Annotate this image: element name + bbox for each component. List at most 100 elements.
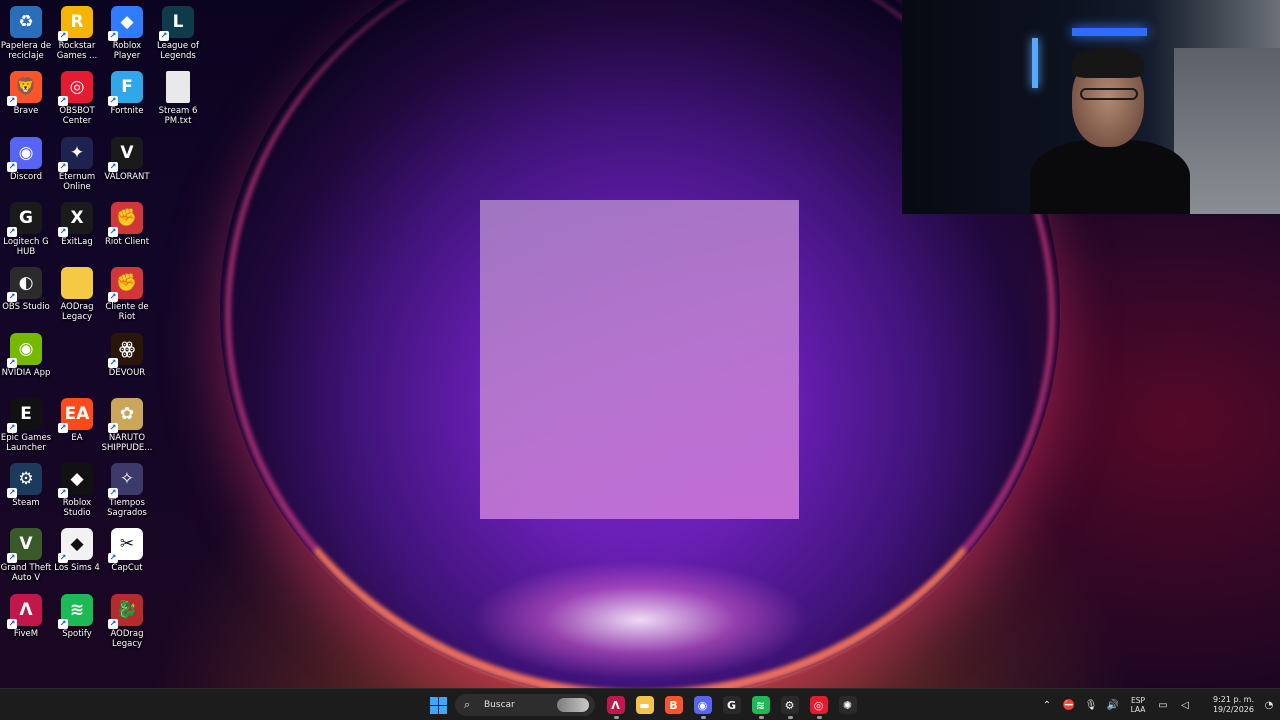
desktop-shortcut[interactable]: ◆ ↗ Roblox Player [101,6,153,61]
desktop-shortcut[interactable]: AODrag Legacy [51,267,103,322]
logitech-ghub-taskbar-button[interactable]: G [717,689,746,720]
desktop-shortcut-label: Steam [12,498,40,509]
desktop-shortcut-label: Logitech G HUB [3,236,49,257]
obsbot-icon: ◎ ↗ [58,71,93,107]
windows-logo-icon [430,696,447,714]
desktop-shortcut-label: Brave [13,106,39,117]
taskbar-search[interactable]: ⌕ Buscar [455,694,595,716]
webcam-background-shelf [1072,28,1147,36]
desktop-shortcut[interactable]: ✊ ↗ Cliente de Riot [101,267,153,322]
desktop-shortcut[interactable]: G ↗ Logitech G HUB [0,201,52,257]
desktop-shortcut-label: Discord [10,171,42,182]
desktop-shortcut[interactable]: ◉ ↗ Discord [0,136,52,182]
fivem-icon: Λ ↗ [7,593,42,629]
clock-time: 9:21 p. m. [1212,695,1254,704]
desktop-shortcut[interactable]: ✿ ↗ NARUTO SHIPPUDE... [101,397,153,453]
show-hidden-icons-chevron-icon[interactable]: ⌃ [1036,689,1058,720]
desktop-shortcut[interactable]: ✦ ↗ Eternum Online [51,136,103,192]
shortcut-arrow-icon: ↗ [58,96,68,107]
desktop-shortcut[interactable]: EA ↗ EA [51,397,103,443]
system-tray: ⌃ ⛔ 🎙 🔊 ESP LAA ▭ ◁ 9:21 p. m. 19/2/2026… [1036,689,1280,720]
desktop-shortcut[interactable]: ≋ ↗ Spotify [51,593,103,639]
language-indicator[interactable]: ESP LAA [1124,696,1152,714]
shortcut-arrow-icon: ↗ [58,553,68,564]
network-icon[interactable]: ⛔ [1058,689,1080,720]
desktop-shortcut-label: AODrag Legacy [60,302,94,323]
shortcut-arrow-icon: ↗ [7,618,17,629]
desktop-shortcut[interactable]: E ↗ Epic Games Launcher [0,397,52,453]
spotify-taskbar-button[interactable]: ≋ [746,689,775,720]
devour-icon: ꙮ ↗ [108,332,143,368]
desktop-shortcut-label: Fortnite [110,106,144,117]
speaker-icon[interactable]: ◁ [1174,689,1196,720]
shortcut-arrow-icon: ↗ [58,488,68,499]
steam-taskbar-icon: ⚙ [780,696,799,714]
obsbot-taskbar-button[interactable]: ◎ [804,689,833,720]
shortcut-arrow-icon: ↗ [7,553,17,564]
shortcut-arrow-icon: ↗ [58,161,68,172]
desktop-shortcut[interactable]: ◆ ↗ Roblox Studio [51,463,103,518]
steam-icon: ⚙ ↗ [7,463,42,499]
running-indicator [758,716,764,719]
shortcut-arrow-icon: ↗ [108,31,118,41]
desktop-shortcut[interactable]: L ↗ League of Legends [152,6,204,61]
desktop-shortcut-label: Grand Theft Auto V [0,563,52,584]
shortcut-arrow-icon: ↗ [108,553,118,564]
desktop-shortcut-label: NVIDIA App [1,367,51,378]
taskbar-apps: Λ ▬ B ◉ G ≋ ⚙ ◎ ✺ [601,689,862,720]
desktop-shortcut[interactable]: ◆ ↗ Los Sims 4 [51,528,103,573]
desktop-shortcut[interactable]: Stream 6 PM.txt [152,71,204,126]
start-button[interactable] [424,689,453,720]
brave-icon: 🦁 ↗ [7,71,42,107]
settings-taskbar-button[interactable]: ✺ [833,689,862,720]
desktop-shortcut[interactable]: ◐ ↗ OBS Studio [0,267,52,312]
desktop-shortcut-label: CapCut [111,563,143,574]
clock-date: 19/2/2026 [1212,705,1254,714]
shortcut-arrow-icon: ↗ [7,161,17,172]
notifications-icon[interactable]: ◔ [1258,689,1280,720]
webcam-person-hair [1072,48,1144,78]
desktop-shortcut[interactable]: 🐉 ↗ AODrag Legacy [101,593,153,649]
search-input[interactable]: Buscar [484,700,515,710]
desktop-shortcut-label: DEVOUR [108,367,146,378]
clock[interactable]: 9:21 p. m. 19/2/2026 [1196,695,1258,715]
volume-icon[interactable]: 🔊 [1102,689,1124,720]
desktop-shortcut[interactable]: ꙮ ↗ DEVOUR [101,332,153,378]
shortcut-arrow-icon: ↗ [7,96,17,107]
desktop-shortcut[interactable]: V ↗ Grand Theft Auto V [0,528,52,583]
shortcut-arrow-icon: ↗ [108,226,118,237]
desktop-shortcut[interactable]: ✧ ↗ Tiempos Sagrados [101,463,153,518]
wallpaper-orb-glow [470,560,810,680]
desktop-shortcut[interactable]: ◎ ↗ OBSBOT Center [51,71,103,126]
webcam-background-light [1032,38,1038,88]
desktop-shortcut[interactable]: 🦁 ↗ Brave [0,71,52,116]
running-indicator [700,716,706,719]
riot-client-icon: ✊ ↗ [108,201,143,237]
desktop-shortcut[interactable]: Λ ↗ FiveM [0,593,52,639]
spotify-taskbar-icon: ≋ [751,696,770,714]
desktop-shortcut-label: League of Legends [157,41,199,61]
desktop-shortcut[interactable]: V ↗ VALORANT [101,136,153,182]
steam-taskbar-button[interactable]: ⚙ [775,689,804,720]
file-explorer-taskbar-button[interactable]: ▬ [630,689,659,720]
shortcut-arrow-icon: ↗ [7,226,17,237]
desktop-shortcut[interactable]: R ↗ Rockstar Games ... [51,6,103,61]
fivem-taskbar-button[interactable]: Λ [601,689,630,720]
shortcut-arrow-icon: ↗ [58,618,68,629]
fortnite-icon: F ↗ [108,71,143,107]
brave-taskbar-button[interactable]: B [659,689,688,720]
desktop-shortcut[interactable]: ♻ Papelera de reciclaje [0,6,52,61]
microphone-icon[interactable]: 🎙 [1080,689,1102,720]
desktop-shortcut[interactable]: X ↗ ExitLag [51,201,103,247]
desktop-shortcut[interactable]: ⚙ ↗ Steam [0,463,52,508]
discord-taskbar-button[interactable]: ◉ [688,689,717,720]
desktop-shortcut[interactable]: ✊ ↗ Riot Client [101,201,153,247]
desktop-shortcut-label: EA [71,432,83,443]
desktop-shortcut[interactable]: F ↗ Fortnite [101,71,153,116]
desktop-shortcut-label: Cliente de Riot [105,302,149,323]
desktop-shortcut[interactable]: ◉ ↗ NVIDIA App [0,332,52,378]
obsbot-taskbar-icon: ◎ [809,696,828,714]
desktop-shortcut[interactable]: ✂ ↗ CapCut [101,528,153,573]
display-icon[interactable]: ▭ [1152,689,1174,720]
shortcut-arrow-icon: ↗ [58,31,68,41]
